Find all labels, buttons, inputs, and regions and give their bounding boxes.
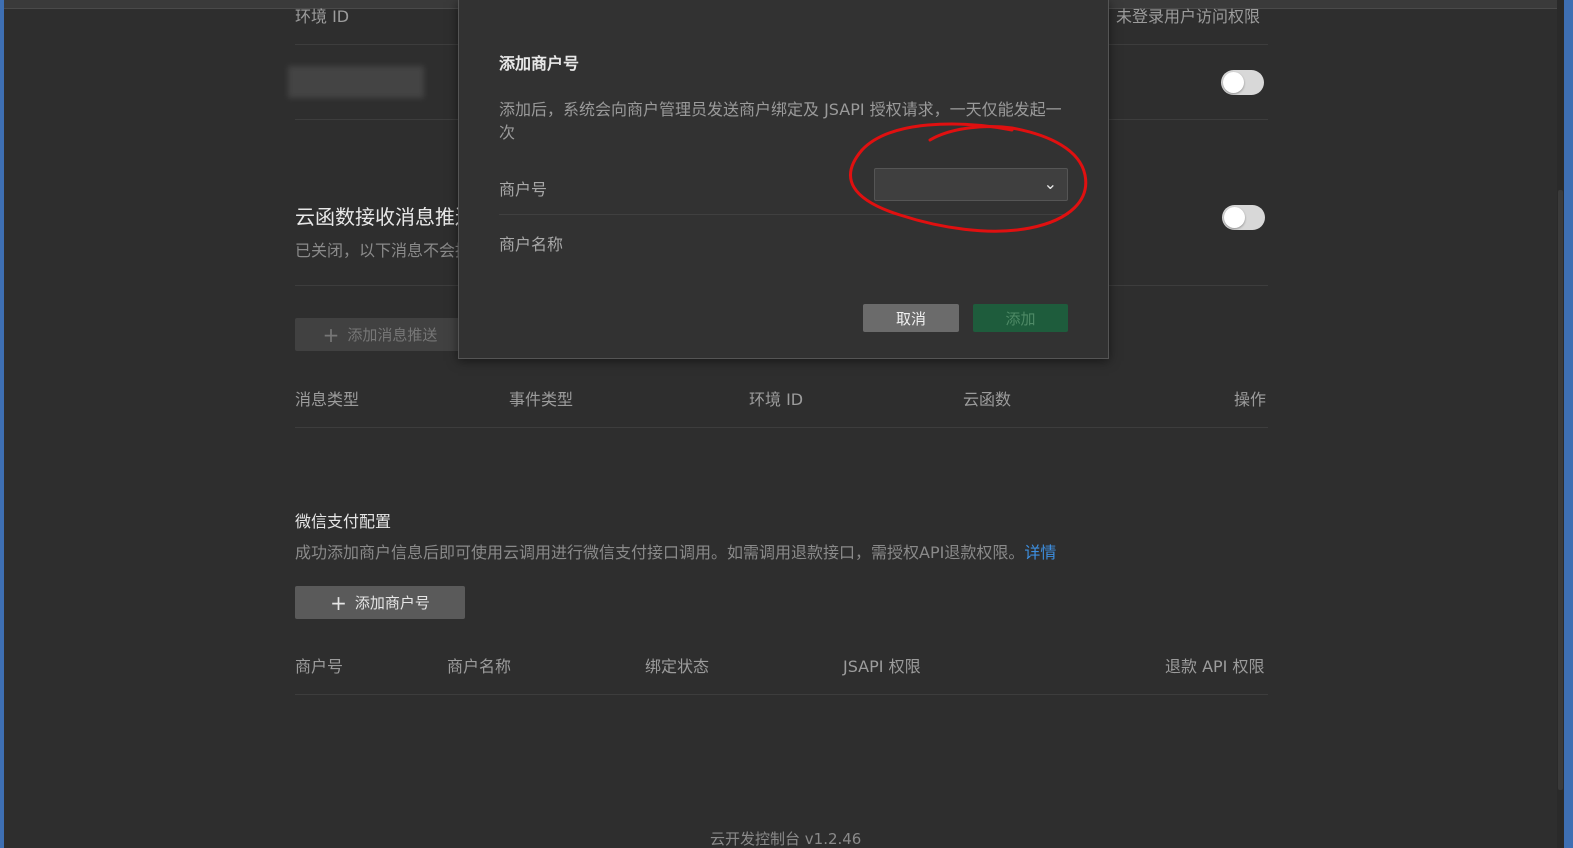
wxpay-title: 微信支付配置 [295, 512, 392, 531]
cloud-push-title: 云函数接收消息推送 [295, 205, 475, 229]
plus-icon: + [322, 322, 340, 347]
divider [295, 427, 1268, 428]
add-merchant-label: 添加商户号 [354, 594, 430, 612]
window-left-border [0, 0, 4, 848]
col-event-type: 事件类型 [509, 390, 574, 409]
merchant-id-label: 商户号 [499, 180, 548, 199]
cloud-push-toggle[interactable] [1222, 205, 1265, 230]
col-merchant-name: 商户名称 [447, 657, 512, 676]
unauth-access-toggle[interactable] [1221, 70, 1264, 95]
col-refund-api-permission: 退款 API 权限 [1165, 657, 1265, 676]
add-button[interactable]: 添加 [973, 304, 1068, 332]
add-message-push-label: 添加消息推送 [347, 326, 438, 344]
add-merchant-button[interactable]: + 添加商户号 [295, 586, 465, 619]
toggle-knob [1223, 72, 1244, 93]
col-operation: 操作 [1234, 390, 1267, 409]
merchant-name-label: 商户名称 [499, 235, 564, 254]
scrollbar-thumb[interactable] [1558, 190, 1563, 790]
divider [295, 694, 1268, 695]
col-merchant-id: 商户号 [295, 657, 344, 676]
col-cloud-function: 云函数 [963, 390, 1012, 409]
plus-icon: + [330, 590, 347, 615]
wxpay-desc: 成功添加商户信息后即可使用云调用进行微信支付接口调用。如需调用退款接口，需授权A… [295, 539, 1056, 563]
divider [499, 214, 1069, 215]
dialog-description: 添加后，系统会向商户管理员发送商户绑定及 JSAPI 授权请求，一天仅能发起一次 [499, 100, 1062, 142]
env-id-label: 环境 ID [295, 7, 350, 26]
dialog-title: 添加商户号 [499, 54, 580, 73]
cancel-button[interactable]: 取消 [863, 304, 959, 332]
col-message-type: 消息类型 [295, 390, 360, 409]
wxpay-detail-link[interactable]: 详情 [1024, 543, 1056, 562]
col-binding-status: 绑定状态 [645, 657, 710, 676]
toggle-knob [1224, 207, 1245, 228]
add-message-push-button[interactable]: + 添加消息推送 [295, 318, 465, 351]
add-merchant-dialog: 添加商户号 添加后，系统会向商户管理员发送商户绑定及 JSAPI 授权请求，一天… [458, 0, 1109, 359]
window-right-border [1564, 0, 1573, 848]
wxpay-desc-text: 成功添加商户信息后即可使用云调用进行微信支付接口调用。如需调用退款接口，需授权A… [295, 543, 1025, 562]
unauth-access-label: 未登录用户访问权限 [1116, 7, 1261, 26]
merchant-id-select[interactable]: ⌄ [874, 168, 1068, 201]
col-env-id: 环境 ID [749, 390, 804, 409]
footer-version: 云开发控制台 v1.2.46 [710, 830, 862, 848]
blurred-env-id [288, 66, 424, 98]
chevron-down-icon: ⌄ [1043, 174, 1057, 193]
col-jsapi-permission: JSAPI 权限 [843, 657, 921, 676]
